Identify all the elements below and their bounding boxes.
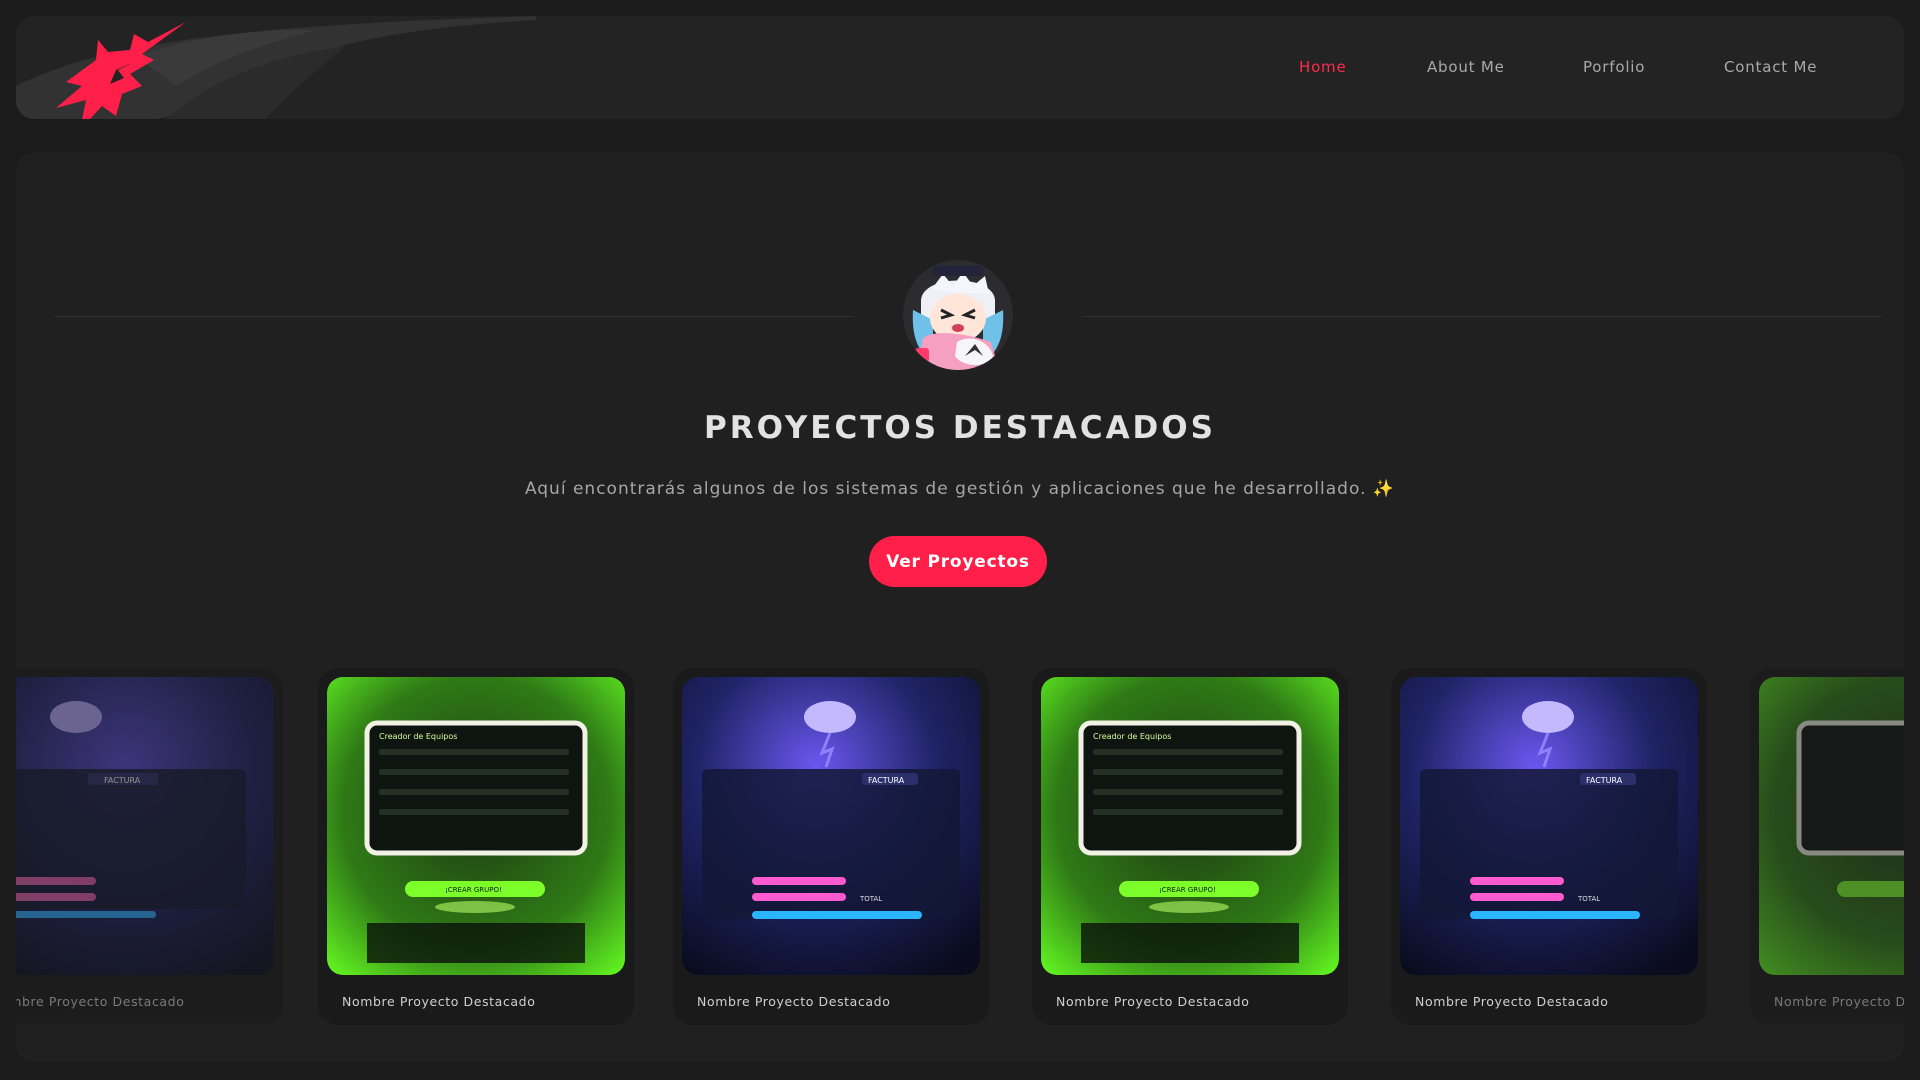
divider-left — [54, 316, 854, 317]
thumb-panel-title: Creador de Equipos — [1093, 732, 1171, 741]
thumb-total-label: TOTAL — [859, 895, 882, 903]
project-thumbnail: FACTURA TOTAL — [1400, 677, 1698, 975]
project-name: Nombre Proyecto Destacado — [697, 994, 891, 1009]
main-nav: Home About Me Porfolio Contact Me — [16, 16, 1904, 119]
thumb-total-label: TOTAL — [1577, 895, 1600, 903]
project-thumbnail: FACTURA TOTAL — [682, 677, 980, 975]
site-header: Home About Me Porfolio Contact Me — [16, 16, 1904, 119]
page-subtitle: Aquí encontrarás algunos de los sistemas… — [16, 479, 1904, 499]
project-card[interactable]: Creador de Equipos ¡CREAR GRUPO! Nombre … — [318, 668, 634, 1025]
project-name: Nombre Proyecto Destacado — [1056, 994, 1250, 1009]
project-card[interactable]: Creador de Equipos ¡CREAR GRUPO! Nombre … — [1032, 668, 1348, 1025]
project-thumbnail: Creador de Equipos ¡CREAR GRUPO! — [1041, 677, 1339, 975]
project-name: Nombre Proyecto Destacado — [16, 994, 185, 1009]
project-thumbnail: Creador de Equipos ¡CREAR GRUPO! — [327, 677, 625, 975]
project-thumbnail — [1759, 677, 1904, 975]
nav-contact-me[interactable]: Contact Me — [1724, 58, 1817, 76]
thumb-panel-title: Creador de Equipos — [379, 732, 457, 741]
thumb-create-group: ¡CREAR GRUPO! — [1159, 886, 1216, 894]
project-name: Nombre Proyecto Destacado — [1774, 994, 1904, 1009]
nav-home[interactable]: Home — [1299, 58, 1347, 76]
thumb-create-group: ¡CREAR GRUPO! — [445, 886, 502, 894]
project-name: Nombre Proyecto Destacado — [1415, 994, 1609, 1009]
project-card[interactable]: FACTURA Nombre Proyecto Destacado — [16, 668, 283, 1025]
project-name: Nombre Proyecto Destacado — [342, 994, 536, 1009]
nav-about-me[interactable]: About Me — [1427, 58, 1505, 76]
sparkles-icon: ✨ — [1372, 479, 1396, 499]
divider-right — [1082, 316, 1882, 317]
thumb-factura-label: FACTURA — [104, 776, 141, 785]
featured-projects-section: PROYECTOS DESTACADOS Aquí encontrarás al… — [16, 152, 1904, 1062]
thumb-factura-label: FACTURA — [868, 776, 905, 785]
page-title: PROYECTOS DESTACADOS — [704, 410, 1216, 446]
nav-portfolio[interactable]: Porfolio — [1583, 58, 1645, 76]
view-projects-button[interactable]: Ver Proyectos — [869, 536, 1047, 587]
project-card[interactable]: Nombre Proyecto Destacado — [1750, 668, 1904, 1025]
project-card[interactable]: FACTURA TOTAL Nombre Proyecto Destacado — [1391, 668, 1707, 1025]
thumb-factura-label: FACTURA — [1586, 776, 1623, 785]
subtitle-text: Aquí encontrarás algunos de los sistemas… — [524, 479, 1367, 499]
project-card[interactable]: FACTURA TOTAL Nombre Proyecto Destacado — [673, 668, 989, 1025]
project-thumbnail: FACTURA — [16, 677, 274, 975]
avatar — [903, 260, 1013, 370]
